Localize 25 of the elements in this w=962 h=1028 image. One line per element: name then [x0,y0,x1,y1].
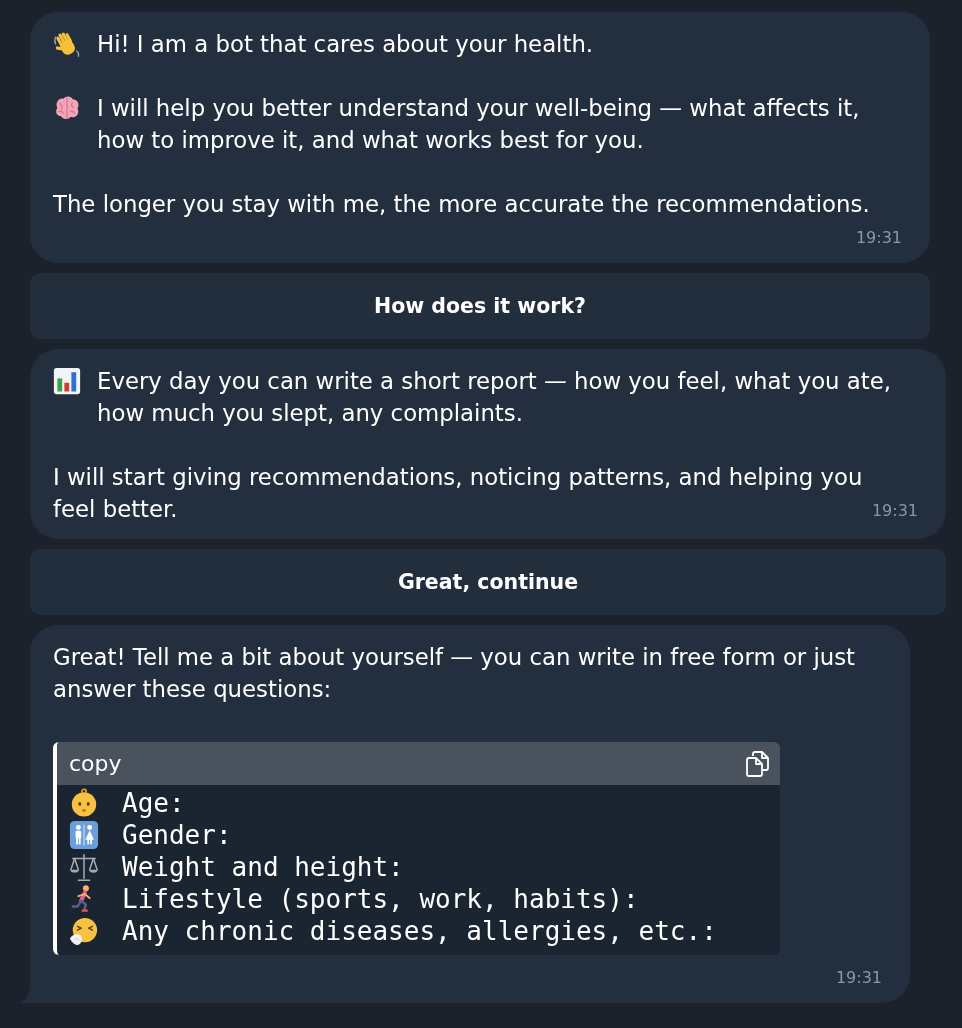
bar-chart-icon [53,367,81,395]
waving-hand-icon [53,30,81,58]
sneezing-face-icon [69,916,99,946]
code-line: Gender: [122,819,232,851]
message-text: Every day you can write a short report — how you feel, what you ate, how much you slept, any complaints. [97,368,891,426]
code-line: Age: [122,787,185,819]
code-line: Any chronic diseases, allergies, etc.: [122,915,717,947]
message-text: I will help you better understand your well-being — what affects it, how to improve it, and what works best for you. [97,95,860,153]
reply-button[interactable]: Great, continue [30,549,946,615]
balance-scale-icon [69,852,99,882]
code-line: Weight and height: [122,851,404,883]
code-line: Lifestyle (sports, work, habits): [122,883,639,915]
message-time: 19:31 [855,227,902,249]
message-text: The longer you stay with me, the more accurate the recommendations. [53,191,870,217]
restroom-icon [69,820,99,850]
message-text: Hi! I am a bot that cares about your health. [97,31,594,57]
message-time: 19:31 [835,967,882,989]
brain-icon [53,94,81,122]
copy-icon[interactable] [746,750,770,777]
baby-face-icon [69,788,99,818]
message-text: I will start giving recommendations, noticing patterns, and helping you feel better. [53,464,863,522]
reply-button[interactable]: How does it work? [30,273,930,339]
code-header-label: copy [69,749,122,778]
message-text: Great! Tell me a bit about yourself — you can write in free form or just answer these questions: [53,644,856,702]
message-time: 19:31 [871,500,918,522]
